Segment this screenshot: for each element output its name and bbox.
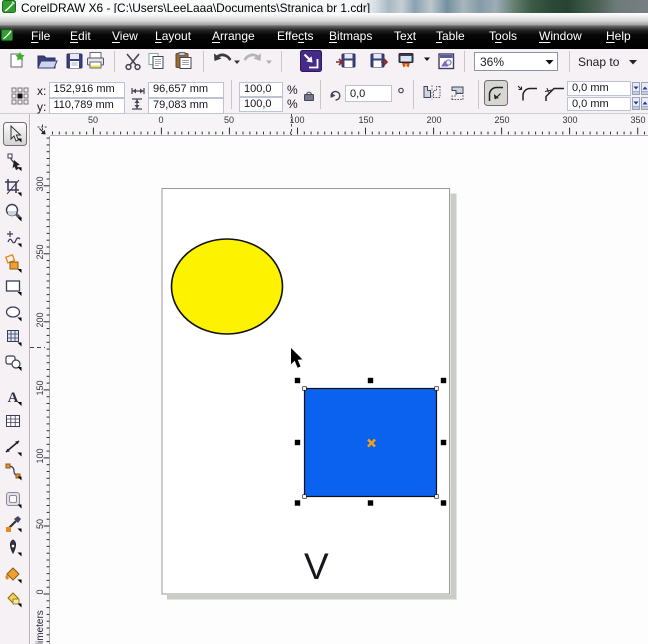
svg-text:A: A	[8, 390, 19, 406]
